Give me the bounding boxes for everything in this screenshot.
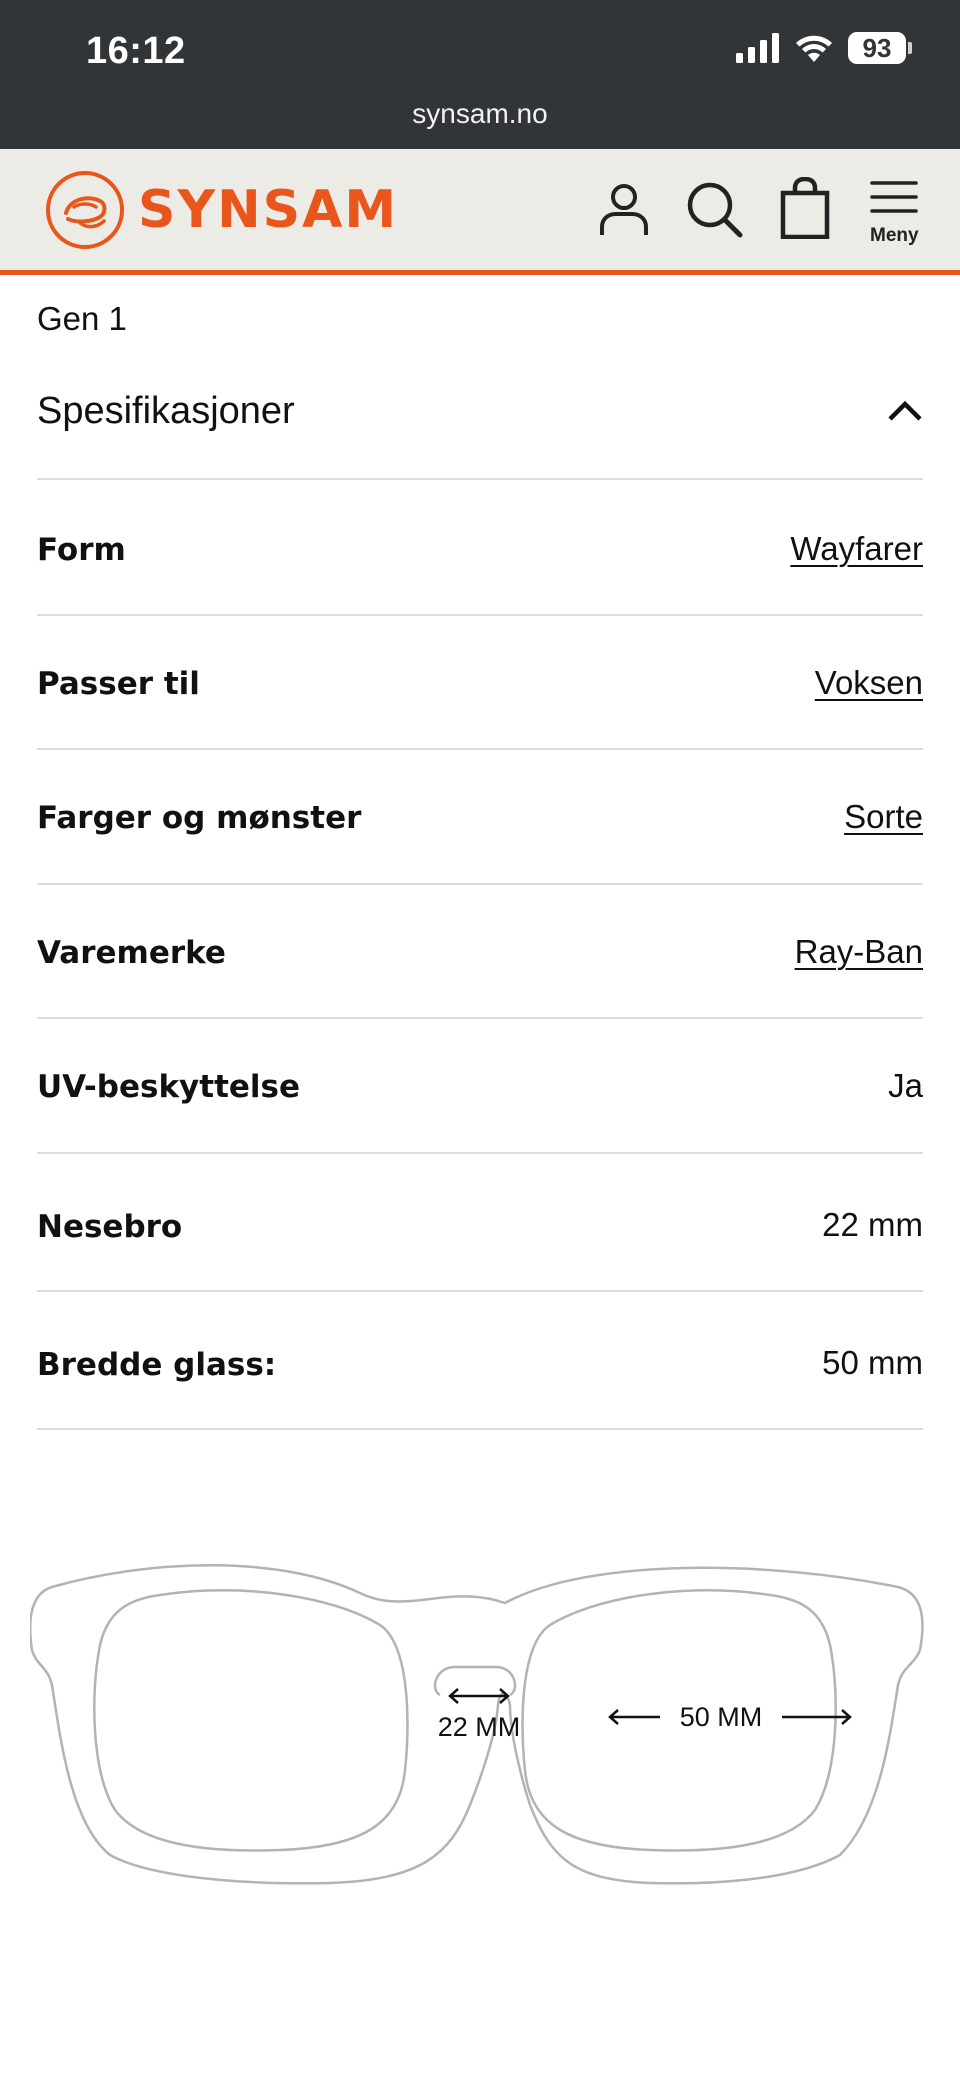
battery-level: 93 bbox=[848, 32, 906, 64]
spec-value: Ja bbox=[888, 1067, 923, 1104]
menu-label[interactable]: Meny bbox=[870, 225, 919, 247]
spec-value: 22 mm bbox=[822, 1206, 923, 1243]
specs-accordion-header[interactable]: Spesifikasjoner bbox=[37, 360, 923, 480]
spec-label: Passer til bbox=[37, 666, 200, 702]
bridge-width-label: 22 MM bbox=[438, 1712, 521, 1742]
bag-icon[interactable] bbox=[780, 177, 830, 239]
spec-row-color: Farger og mønster Sorte bbox=[37, 750, 923, 885]
spec-value: 50 mm bbox=[822, 1344, 923, 1381]
clock: 16:12 bbox=[86, 30, 186, 72]
spec-label: Varemerke bbox=[37, 935, 226, 971]
system-icons: 93 bbox=[736, 32, 912, 64]
spec-label: Farger og mønster bbox=[37, 800, 362, 836]
user-icon[interactable] bbox=[598, 181, 650, 237]
battery-indicator: 93 bbox=[848, 32, 912, 64]
site-logo[interactable]: SYNSAM bbox=[44, 169, 398, 251]
spec-row-fit: Passer til Voksen bbox=[37, 616, 923, 750]
spec-row-lens-width: Bredde glass: 50 mm bbox=[37, 1292, 923, 1430]
spec-row-bridge: Nesebro 22 mm bbox=[37, 1154, 923, 1292]
spec-value-link[interactable]: Sorte bbox=[844, 798, 923, 836]
chevron-up-icon[interactable] bbox=[887, 400, 923, 422]
site-header: SYNSAM Meny bbox=[0, 149, 960, 275]
logo-icon bbox=[46, 171, 124, 249]
specs-title: Spesifikasjoner bbox=[37, 390, 295, 432]
wifi-icon bbox=[796, 35, 832, 62]
signal-icon bbox=[736, 33, 779, 63]
url-bar[interactable]: synsam.no bbox=[0, 98, 960, 130]
status-bar: 16:12 93 synsam.no bbox=[0, 0, 960, 149]
glasses-measurement-diagram: 22 MM 50 MM bbox=[30, 1564, 924, 1885]
spec-row-form: Form Wayfarer bbox=[37, 482, 923, 616]
spec-label: Form bbox=[37, 532, 126, 568]
search-icon[interactable] bbox=[686, 181, 744, 239]
product-variant: Gen 1 bbox=[37, 300, 127, 337]
left-lens bbox=[93, 1589, 409, 1852]
spec-label: Nesebro bbox=[37, 1209, 183, 1245]
logo-text: SYNSAM bbox=[138, 180, 399, 240]
spec-label: UV-beskyttelse bbox=[37, 1069, 301, 1105]
spec-value-link[interactable]: Ray-Ban bbox=[795, 933, 923, 971]
spec-value-link[interactable]: Voksen bbox=[815, 664, 923, 702]
spec-value-link[interactable]: Wayfarer bbox=[790, 530, 923, 568]
spec-row-uv: UV-beskyttelse Ja bbox=[37, 1019, 923, 1154]
lens-width-label: 50 MM bbox=[680, 1702, 763, 1732]
spec-label: Bredde glass: bbox=[37, 1347, 277, 1383]
hamburger-icon[interactable] bbox=[870, 179, 918, 219]
spec-row-brand: Varemerke Ray-Ban bbox=[37, 885, 923, 1019]
